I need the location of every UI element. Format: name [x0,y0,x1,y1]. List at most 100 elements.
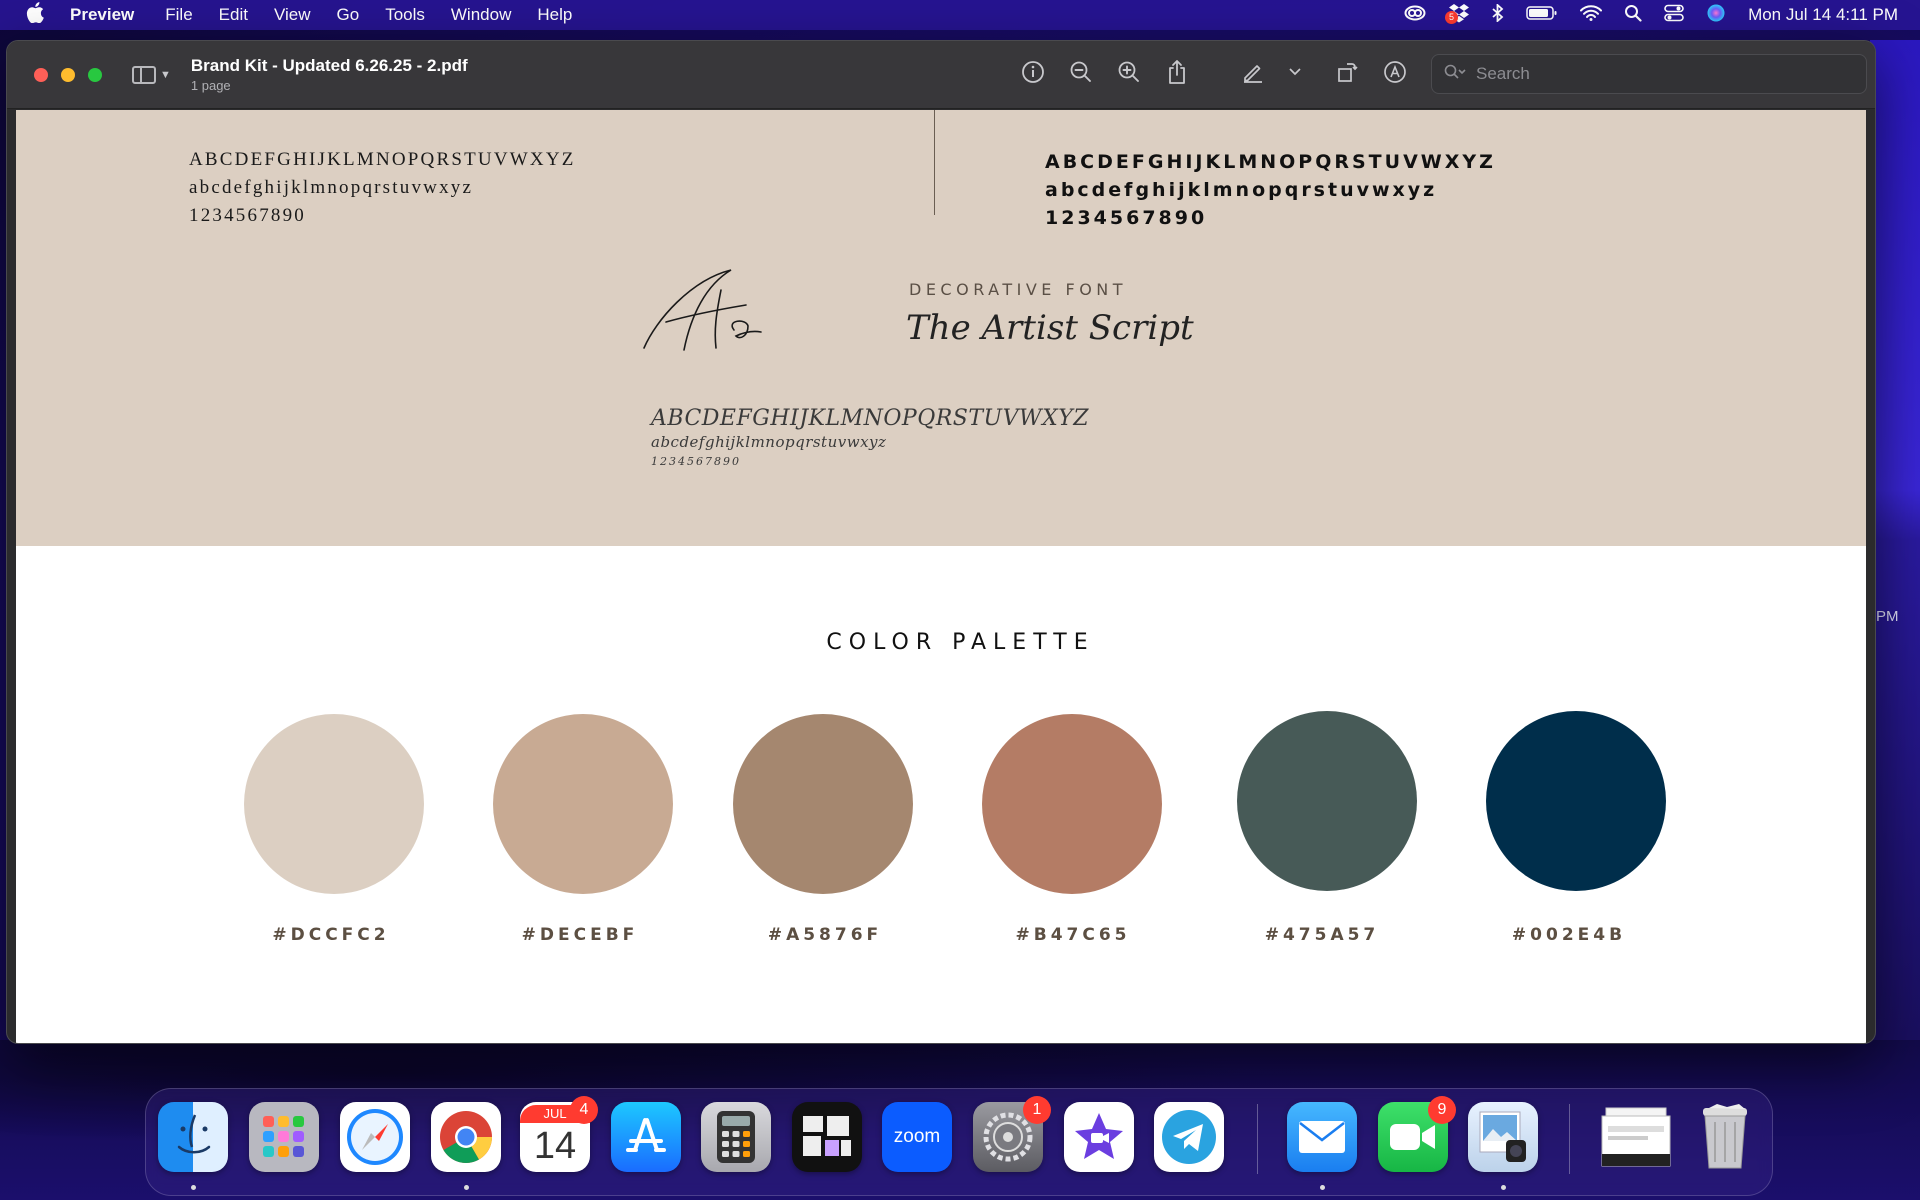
sidebar-icon [132,65,156,84]
zoom-icon[interactable]: zoom [882,1102,952,1172]
markup-pen-icon[interactable] [1239,58,1267,86]
apple-menu-icon[interactable] [0,1,70,29]
menu-clock[interactable]: Mon Jul 14 4:11 PM [1748,5,1898,25]
menu-app-name[interactable]: Preview [70,5,152,25]
calendar-day: 14 [533,1125,577,1167]
serif-uppercase: ABCDEFGHIJKLMNOPQRSTUVWXYZ [189,149,576,170]
swatch-label-1: #DCCFC2 [272,925,390,945]
close-button[interactable] [34,67,48,82]
document-title: Brand Kit - Updated 6.26.25 - 2.pdf [190,56,468,75]
search-field[interactable] [1431,54,1867,94]
spotlight-icon[interactable] [1624,4,1642,27]
bluetooth-icon[interactable] [1492,2,1504,27]
facetime-badge: 9 [1428,1096,1456,1124]
sans-lowercase: abcdefghijklmnopqrstuvwxyz [1045,179,1438,201]
sans-font-specimen: ABCDEFGHIJKLMNOPQRSTUVWXYZ abcdefghijklm… [1045,148,1496,232]
info-icon[interactable] [1019,58,1047,86]
preview-icon[interactable] [1468,1102,1538,1172]
menu-view[interactable]: View [261,5,324,25]
menu-go[interactable]: Go [324,5,373,25]
wifi-icon[interactable] [1580,4,1603,26]
serif-digits: 1234567890 [189,205,306,226]
chrome-running-indicator [464,1185,469,1190]
serif-font-specimen: ABCDEFGHIJKLMNOPQRSTUVWXYZ abcdefghijklm… [189,146,576,230]
downloads-stack-icon[interactable] [1598,1102,1674,1172]
finder-running-indicator [191,1185,196,1190]
script-lowercase: abcdefghijklmnopqrstuvwxyz [651,433,887,451]
swatch-label-5: #475A57 [1264,925,1380,945]
window-controls [34,67,102,82]
dock-separator [1257,1104,1258,1174]
script-font-specimen: ABCDEFGHIJKLMNOPQRSTUVWXYZ abcdefghijklm… [651,406,1089,468]
menu-edit[interactable]: Edit [206,5,261,25]
markup-chevron-down-icon[interactable] [1287,58,1303,86]
siri-icon[interactable] [1706,3,1726,28]
sans-digits: 1234567890 [1045,207,1208,229]
script-uppercase: ABCDEFGHIJKLMNOPQRSTUVWXYZ [651,406,1090,431]
desktop-wallpaper [1870,40,1920,1040]
chevron-down-icon: ▼ [160,68,171,81]
decorative-font-name: The Artist Script [906,308,1194,348]
system-settings-badge: 1 [1023,1096,1051,1124]
preview-running-indicator [1501,1185,1506,1190]
swatch-1 [244,714,424,894]
dropbox-icon[interactable]: 5 [1445,3,1470,28]
menu-help[interactable]: Help [524,5,585,25]
sans-uppercase: ABCDEFGHIJKLMNOPQRSTUVWXYZ [1045,151,1496,173]
toolbar [1019,58,1409,86]
menu-window[interactable]: Window [438,5,524,25]
zoom-in-icon[interactable] [1115,58,1143,86]
mail-icon[interactable] [1287,1102,1357,1172]
share-icon[interactable] [1163,58,1191,86]
chrome-icon[interactable] [431,1102,501,1172]
background-window-fragment: PM [1876,608,1899,625]
document-page-count: 1 page [190,78,231,93]
swatch-2 [493,714,673,894]
telegram-icon[interactable] [1154,1102,1224,1172]
section-divider [934,110,935,215]
menu-bar: Preview File Edit View Go Tools Window H… [0,0,1920,30]
serif-lowercase: abcdefghijklmnopqrstuvwxyz [189,177,474,198]
menu-tools[interactable]: Tools [372,5,438,25]
color-palette-title: COLOR PALETTE [826,630,1095,655]
dock-separator-2 [1569,1104,1570,1174]
typography-section: ABCDEFGHIJKLMNOPQRSTUVWXYZ abcdefghijklm… [16,110,1866,546]
swatch-5 [1237,711,1417,891]
control-center-icon[interactable] [1664,4,1684,27]
decorative-font-label: DECORATIVE FONT [909,280,1128,299]
creative-cloud-icon[interactable] [1404,5,1426,26]
battery-icon[interactable] [1526,5,1558,26]
search-input[interactable] [1476,64,1836,84]
mission-control-icon[interactable] [792,1102,862,1172]
markup-circle-icon[interactable] [1381,58,1409,86]
zoom-label: zoom [893,1126,941,1147]
window-titlebar: ▼ Brand Kit - Updated 6.26.25 - 2.pdf 1 … [7,41,1875,109]
swatch-3 [733,714,913,894]
trash-icon[interactable] [1690,1102,1760,1172]
swatch-label-6: #002E4B [1511,925,1627,945]
menu-file[interactable]: File [152,5,205,25]
launchpad-icon[interactable] [249,1102,319,1172]
calendar-badge: 4 [570,1096,598,1124]
script-glyph-sample: Aa [636,260,776,365]
script-digits: 1234567890 [651,455,741,468]
swatch-label-2: #DECEBF [521,925,639,945]
finder-icon[interactable] [158,1102,228,1172]
safari-icon[interactable] [340,1102,410,1172]
swatch-label-3: #A5876F [767,925,883,945]
swatch-4 [982,714,1162,894]
zoom-out-icon[interactable] [1067,58,1095,86]
minimize-button[interactable] [61,67,75,82]
app-store-icon[interactable] [611,1102,681,1172]
calculator-icon[interactable] [701,1102,771,1172]
sidebar-toggle-button[interactable]: ▼ [132,65,171,84]
zoom-button[interactable] [88,67,102,82]
search-icon [1444,64,1466,85]
rotate-icon[interactable] [1333,58,1361,86]
document-title-block[interactable]: Brand Kit - Updated 6.26.25 - 2.pdf 1 pa… [191,56,468,93]
swatch-label-4: #B47C65 [1015,925,1131,945]
swatch-6 [1486,711,1666,891]
preview-window: ▼ Brand Kit - Updated 6.26.25 - 2.pdf 1 … [6,40,1876,1044]
document-page: ABCDEFGHIJKLMNOPQRSTUVWXYZ abcdefghijklm… [16,110,1866,1043]
imovie-icon[interactable] [1064,1102,1134,1172]
